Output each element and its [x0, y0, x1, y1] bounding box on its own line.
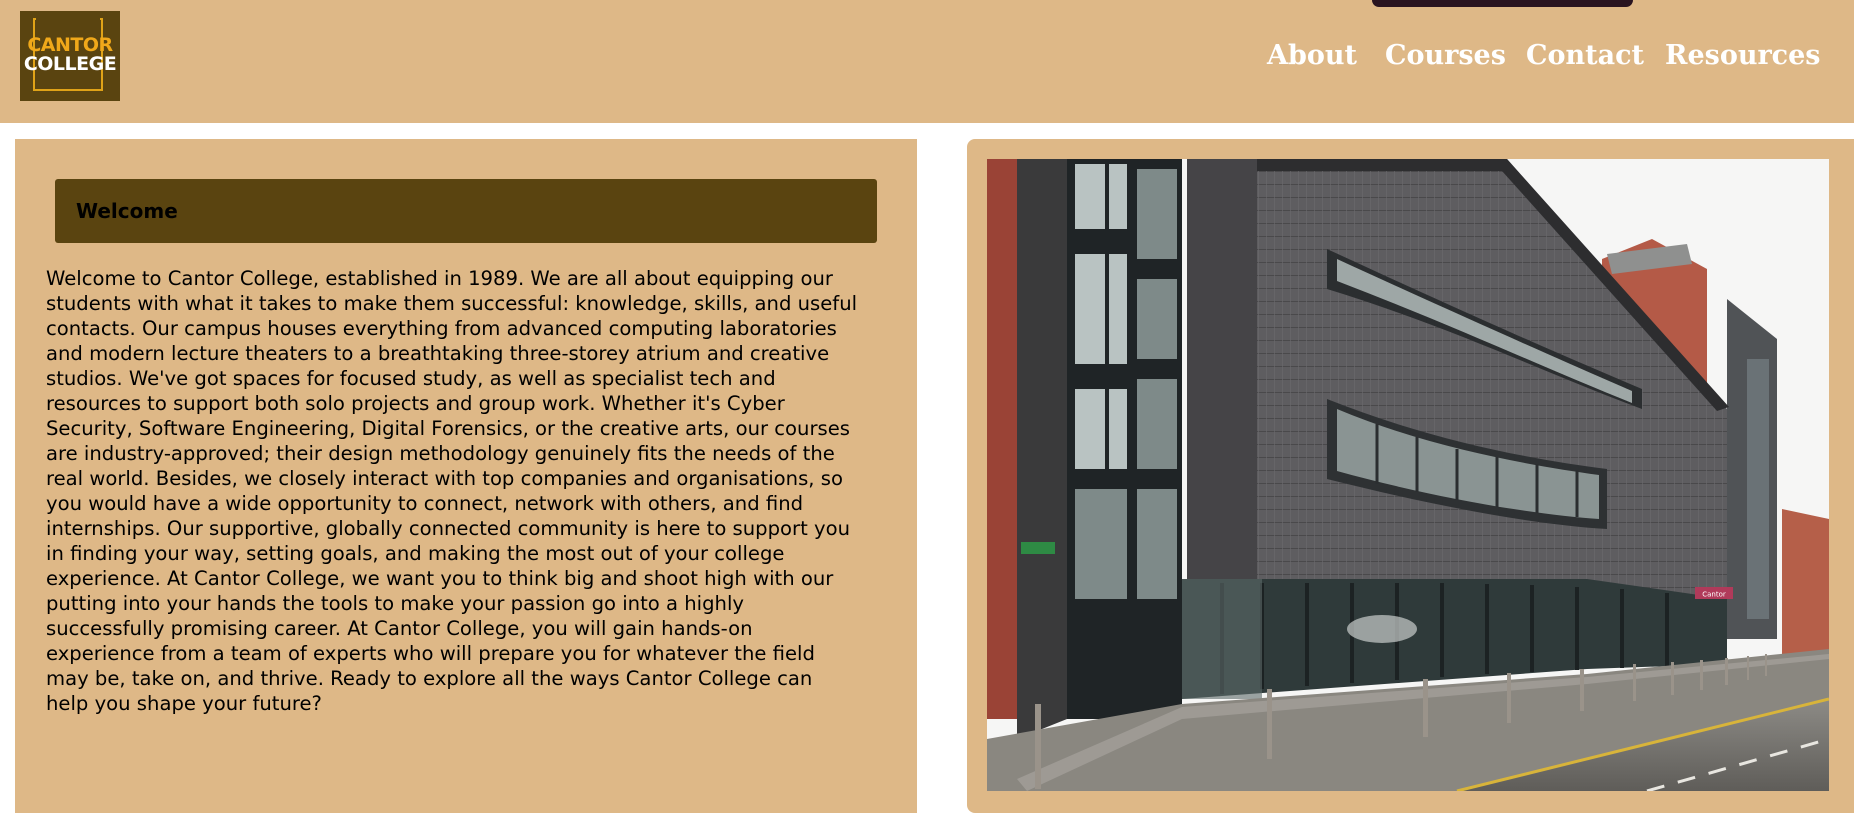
- top-tab[interactable]: [1372, 0, 1633, 7]
- site-header: CANTOR COLLEGE About Courses Contact Res…: [0, 0, 1854, 123]
- logo-text-cantor: CANTOR: [27, 34, 113, 56]
- cantor-college-logo[interactable]: CANTOR COLLEGE: [20, 11, 120, 101]
- nav-link-about[interactable]: About: [1267, 38, 1357, 74]
- welcome-panel: Welcome Welcome to Cantor College, estab…: [15, 139, 917, 813]
- campus-building-photo: Cantor: [987, 159, 1829, 791]
- campus-sign-text: Cantor: [1702, 591, 1726, 599]
- welcome-heading: Welcome: [76, 199, 178, 223]
- nav-link-contact[interactable]: Contact: [1526, 38, 1644, 74]
- welcome-heading-bar: Welcome: [55, 179, 877, 243]
- photo-panel: Cantor: [967, 139, 1854, 813]
- welcome-paragraph: Welcome to Cantor College, established i…: [46, 267, 858, 715]
- logo-text-college: COLLEGE: [23, 53, 117, 75]
- nav-link-courses[interactable]: Courses: [1385, 38, 1506, 74]
- nav-link-resources[interactable]: Resources: [1665, 38, 1821, 74]
